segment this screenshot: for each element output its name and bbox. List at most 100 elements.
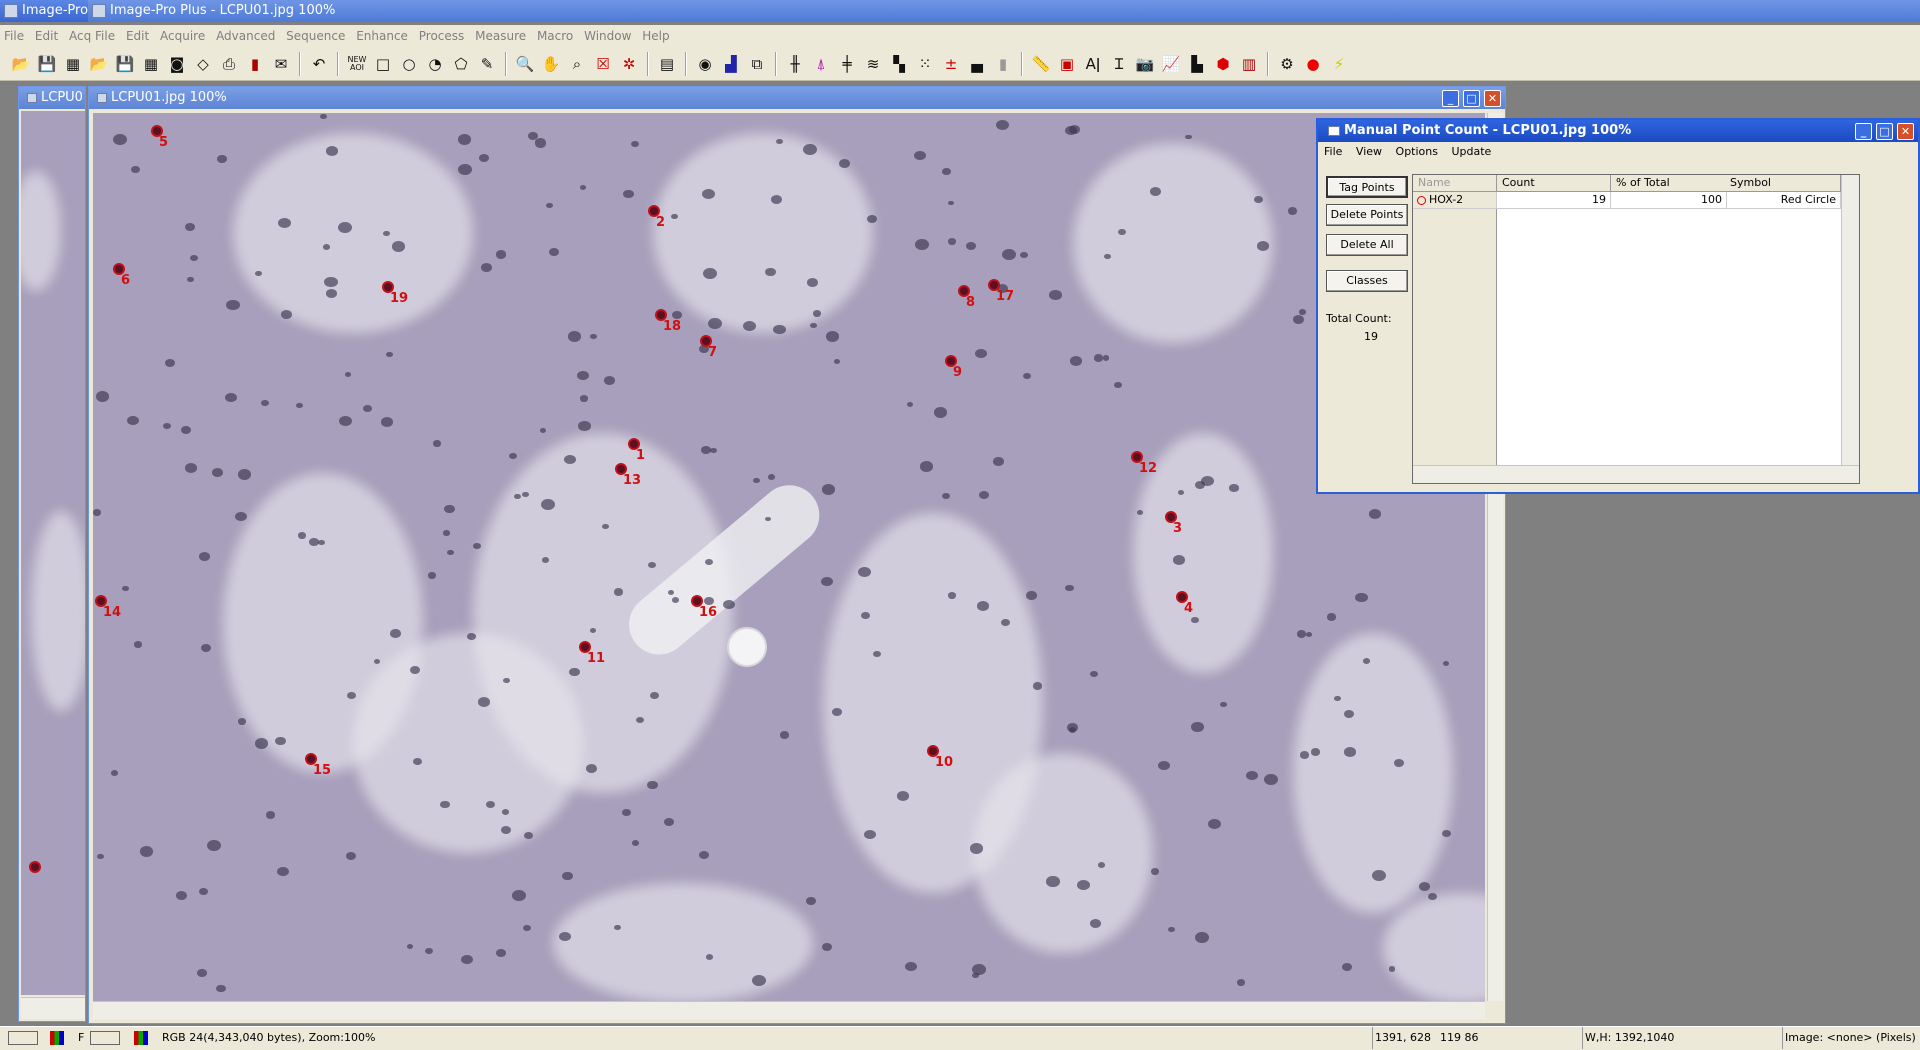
table-horizontal-scrollbar[interactable] [1413, 465, 1859, 483]
cell-nucleus [197, 969, 207, 977]
menu-help[interactable]: Help [642, 29, 669, 43]
open-icon[interactable]: 📂 [88, 53, 110, 75]
window-icon[interactable]: ▥ [1238, 53, 1260, 75]
menu-window[interactable]: Window [584, 29, 631, 43]
tag-points-button[interactable]: Tag Points [1326, 176, 1408, 198]
mpc-menu-options[interactable]: Options [1396, 145, 1438, 158]
close-button[interactable]: ✕ [1484, 90, 1501, 107]
micrograph-image[interactable]: 1 2 3 4 5 6 7 8 9 10 11 12 13 14 15 16 17 18 19 [93, 113, 1485, 1001]
tissue-patch [31, 511, 85, 711]
copy-icon[interactable]: ⧉ [746, 53, 768, 75]
eye-icon[interactable]: ◉ [694, 53, 716, 75]
save-icon[interactable]: 💾 [36, 53, 58, 75]
column-header-count[interactable]: Count [1497, 175, 1611, 192]
save-icon[interactable]: 💾 [114, 53, 136, 75]
column-header-symbol[interactable]: Symbol [1725, 175, 1841, 192]
menu-edit[interactable]: Edit [35, 29, 58, 43]
cell-nucleus [1293, 315, 1305, 325]
grid-icon[interactable]: ▦ [140, 53, 162, 75]
statusbar-window-icons-2[interactable] [90, 1031, 120, 1045]
mpc-minimize-button[interactable]: _ [1855, 123, 1872, 140]
delete-points-button[interactable]: Delete Points [1326, 204, 1408, 226]
print-icon[interactable]: ⎙ [218, 53, 240, 75]
menu-sequence[interactable]: Sequence [286, 29, 345, 43]
dots-icon[interactable]: ⁙ [914, 53, 936, 75]
mpc-menu-file[interactable]: File [1324, 145, 1342, 158]
plus-minus-icon[interactable]: ± [940, 53, 962, 75]
chart-icon[interactable]: 📈 [1160, 53, 1182, 75]
image-horizontal-scrollbar[interactable] [93, 1001, 1485, 1019]
mpc-menu-view[interactable]: View [1356, 145, 1382, 158]
delete-all-button[interactable]: Delete All [1326, 234, 1408, 256]
tag-icon[interactable]: ◇ [192, 53, 214, 75]
grid-icon[interactable]: ▦ [62, 53, 84, 75]
minimize-button[interactable]: _ [1442, 90, 1459, 107]
mpc-title-bar[interactable]: Manual Point Count - LCPU01.jpg 100% _ □… [1318, 120, 1918, 142]
menu-edit-2[interactable]: Edit [126, 29, 149, 43]
cell-nucleus [458, 163, 473, 175]
ellipse-icon[interactable]: ○ [398, 53, 420, 75]
text-icon[interactable]: Aǀ [1082, 53, 1104, 75]
mpc-maximize-button[interactable]: □ [1876, 123, 1893, 140]
image-window-title-bar[interactable]: LCPU01.jpg 100% _ □ ✕ [89, 87, 1505, 109]
measure-icon[interactable]: ⍋ [810, 53, 832, 75]
bars-icon[interactable]: ▄ [966, 53, 988, 75]
rectangle-icon[interactable]: □ [372, 53, 394, 75]
menu-advanced[interactable]: Advanced [216, 29, 275, 43]
book-icon[interactable]: ▮ [244, 53, 266, 75]
zoom-fit-icon[interactable]: ⌕ [566, 53, 588, 75]
cell-nucleus [590, 333, 598, 340]
cancel-icon[interactable]: ☒ [592, 53, 614, 75]
zoom-icon[interactable]: 🔍 [514, 53, 536, 75]
camera-icon[interactable]: 📷 [1134, 53, 1156, 75]
cell-nucleus [579, 395, 588, 402]
calibration-info: Image: <none> (Pixels) Syste [1782, 1027, 1920, 1049]
menu-file[interactable]: File [4, 29, 24, 43]
menu-process[interactable]: Process [419, 29, 465, 43]
tissue-patch [233, 133, 473, 333]
mpc-close-button[interactable]: ✕ [1897, 123, 1914, 140]
stack-icon[interactable]: ▤ [656, 53, 678, 75]
undo-icon[interactable]: ↶ [308, 53, 330, 75]
classes-button[interactable]: Classes [1326, 270, 1408, 292]
cell-nucleus [181, 425, 192, 434]
envelope-icon[interactable]: ✉ [270, 53, 292, 75]
spot-icon[interactable]: ▣ [1056, 53, 1078, 75]
calibrate-icon[interactable]: ╫ [784, 53, 806, 75]
column-header-pct[interactable]: % of Total [1611, 175, 1727, 192]
menu-enhance[interactable]: Enhance [356, 29, 408, 43]
spline-icon[interactable]: Ɪ [1108, 53, 1130, 75]
back-horizontal-scrollbar[interactable] [21, 997, 85, 1019]
magic-icon[interactable]: ✲ [618, 53, 640, 75]
grid-count-icon[interactable]: ╪ [836, 53, 858, 75]
new-aoi-icon[interactable]: NEW AOI [346, 53, 368, 75]
statusbar-window-icons[interactable] [8, 1031, 38, 1045]
cell-nucleus [623, 189, 635, 199]
checker-icon[interactable]: ▚ [888, 53, 910, 75]
settings-icon[interactable]: ⚙ [1276, 53, 1298, 75]
histogram-icon[interactable]: ▟ [720, 53, 742, 75]
menu-acq-file[interactable]: Acq File [69, 29, 115, 43]
irregular-icon[interactable]: ◔ [424, 53, 446, 75]
hand-icon[interactable]: ✋ [540, 53, 562, 75]
record-icon[interactable]: ● [1302, 53, 1324, 75]
layers-icon[interactable]: ≋ [862, 53, 884, 75]
camera-icon[interactable]: ◙ [166, 53, 188, 75]
menu-acquire[interactable]: Acquire [160, 29, 205, 43]
maximize-button[interactable]: □ [1463, 90, 1480, 107]
open-icon[interactable]: 📂 [10, 53, 32, 75]
cell-nucleus [810, 323, 817, 329]
menu-macro[interactable]: Macro [537, 29, 573, 43]
menu-measure[interactable]: Measure [475, 29, 526, 43]
wand-icon[interactable]: ✎ [476, 53, 498, 75]
graph-icon[interactable]: ▙ [1186, 53, 1208, 75]
mpc-menu-update[interactable]: Update [1451, 145, 1491, 158]
back-window-title-bar[interactable]: LCPU0 [19, 87, 85, 109]
polygon-icon[interactable]: ⬠ [450, 53, 472, 75]
lightning-icon[interactable]: ⚡ [1328, 53, 1350, 75]
table-vertical-scrollbar[interactable] [1841, 175, 1859, 465]
cube-icon[interactable]: ⬢ [1212, 53, 1234, 75]
column-header-name[interactable]: Name [1413, 175, 1497, 192]
ruler-icon[interactable]: 📏 [1030, 53, 1052, 75]
gray-icon[interactable]: ▮ [992, 53, 1014, 75]
